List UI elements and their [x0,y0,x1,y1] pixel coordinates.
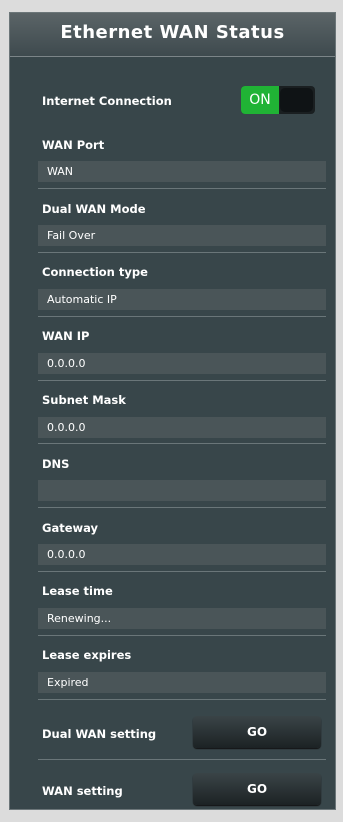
divider [38,188,326,189]
wan-status-panel: Ethernet WAN Status Internet Connection … [9,12,336,810]
wan-port-label: WAN Port [42,138,105,152]
panel-title: Ethernet WAN Status [60,22,285,43]
internet-connection-toggle[interactable]: ON [241,86,315,114]
wan-port-value: WAN [38,161,326,182]
dns-label: DNS [42,457,70,471]
wan-ip-value: 0.0.0.0 [38,353,326,374]
divider [38,380,326,381]
divider [38,252,326,253]
dns-value [38,480,326,501]
dual-wan-setting-label: Dual WAN setting [42,727,157,741]
lease-expires-value: Expired [38,672,326,693]
divider [38,316,326,317]
gateway-value: 0.0.0.0 [38,544,326,565]
divider [38,443,326,444]
wan-setting-go-button[interactable]: GO [193,773,321,805]
connection-type-label: Connection type [42,265,148,279]
dual-wan-mode-label: Dual WAN Mode [42,202,146,216]
internet-connection-label: Internet Connection [42,94,172,108]
connection-type-value: Automatic IP [38,289,326,310]
dual-wan-setting-go-button[interactable]: GO [193,716,321,748]
divider [38,699,326,700]
dual-wan-mode-value: Fail Over [38,225,326,246]
lease-time-value: Renewing... [38,608,326,629]
gateway-label: Gateway [42,521,99,535]
divider [38,759,326,760]
wan-setting-label: WAN setting [42,784,123,798]
toggle-on-label: ON [241,86,279,114]
divider [38,571,326,572]
panel-header: Ethernet WAN Status [10,13,335,57]
subnet-mask-label: Subnet Mask [42,393,126,407]
divider [38,635,326,636]
subnet-mask-value: 0.0.0.0 [38,417,326,438]
lease-expires-label: Lease expires [42,648,132,662]
lease-time-label: Lease time [42,584,113,598]
wan-ip-label: WAN IP [42,329,90,343]
toggle-knob [280,88,313,112]
divider [38,507,326,508]
